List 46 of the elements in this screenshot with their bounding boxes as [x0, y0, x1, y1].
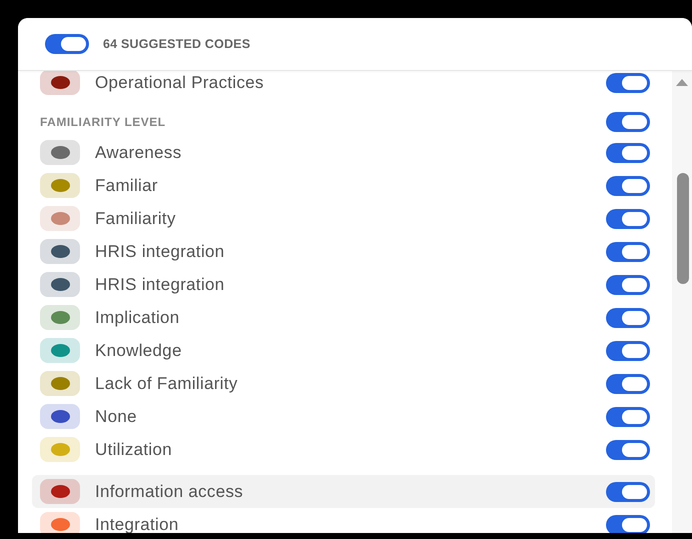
code-row[interactable]: Knowledge: [32, 334, 655, 367]
code-label: Information access: [95, 482, 244, 502]
toggle-switch[interactable]: [606, 406, 650, 426]
toggle-switch[interactable]: [606, 340, 650, 360]
toggle-switch[interactable]: [606, 72, 650, 92]
toggle-switch[interactable]: [606, 482, 650, 502]
toggle-switch[interactable]: [606, 440, 650, 460]
toggle-switch[interactable]: [606, 142, 650, 162]
toggle-switch[interactable]: [45, 34, 89, 54]
code-row[interactable]: Awareness: [32, 136, 655, 169]
code-label: Familiarity: [95, 208, 177, 228]
code-row[interactable]: Integration: [32, 508, 655, 533]
code-row[interactable]: Lack of Familiarity: [32, 367, 655, 400]
code-label: Implication: [95, 308, 181, 328]
toggle-switch[interactable]: [606, 112, 650, 132]
code-label: HRIS integration: [95, 274, 226, 294]
toggle-switch[interactable]: [606, 308, 650, 328]
code-row[interactable]: Information access: [32, 475, 655, 508]
scroll-thumb[interactable]: [677, 173, 689, 284]
code-row[interactable]: Implication: [32, 301, 655, 334]
section-heading: FAMILIARITY LEVEL: [40, 115, 166, 129]
code-label: Awareness: [95, 142, 182, 162]
toggle-switch[interactable]: [606, 274, 650, 294]
toggle-switch[interactable]: [606, 514, 650, 533]
code-label: Operational Practices: [95, 72, 265, 92]
code-label: Knowledge: [95, 340, 183, 360]
code-label: Lack of Familiarity: [95, 374, 239, 394]
code-row[interactable]: HRIS integration: [32, 268, 655, 301]
scrollbar[interactable]: [672, 71, 692, 533]
code-label: HRIS integration: [95, 242, 226, 262]
code-row[interactable]: None: [32, 400, 655, 433]
toggle-switch[interactable]: [606, 374, 650, 394]
code-label: Familiar: [95, 176, 159, 196]
toggle-switch[interactable]: [606, 242, 650, 262]
toggle-switch[interactable]: [606, 176, 650, 196]
code-label: Utilization: [95, 440, 173, 460]
code-row[interactable]: Familiar: [32, 169, 655, 202]
scroll-up-icon[interactable]: [676, 79, 688, 86]
code-row[interactable]: Operational Practices: [32, 71, 655, 99]
code-row[interactable]: Utilization: [32, 433, 655, 466]
code-row[interactable]: Familiarity: [32, 202, 655, 235]
toggle-switch[interactable]: [606, 208, 650, 228]
header-label: 64 SUGGESTED CODES: [103, 37, 250, 51]
code-label: None: [95, 406, 138, 426]
code-row[interactable]: HRIS integration: [32, 235, 655, 268]
code-label: Integration: [95, 514, 180, 533]
